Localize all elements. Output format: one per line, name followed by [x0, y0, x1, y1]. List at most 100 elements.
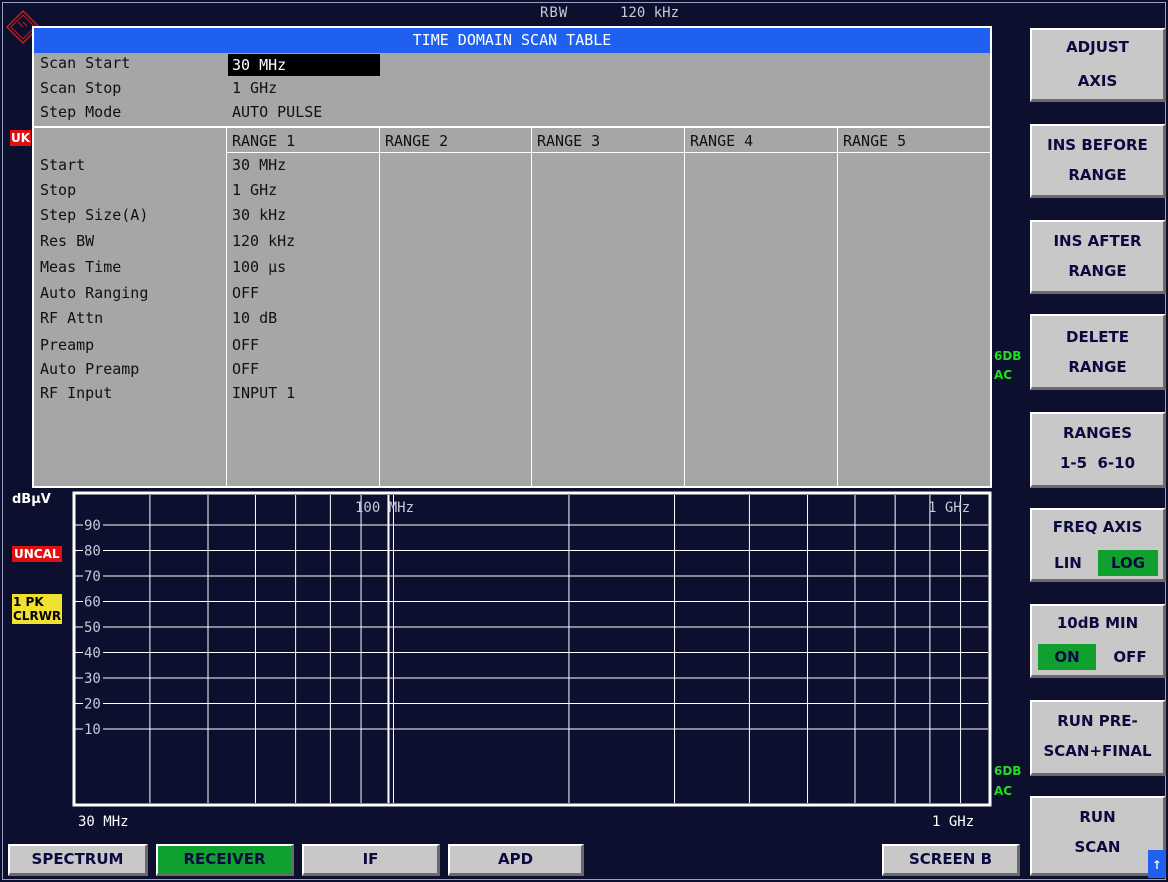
table-title: TIME DOMAIN SCAN TABLE: [34, 28, 990, 53]
receiver-graph: 90 80 70 60 50 40 30 20 10 100 MHz 1 GHz: [72, 491, 992, 807]
arrow-up-icon[interactable]: ↑: [1148, 850, 1166, 878]
range1-rf-input-value[interactable]: INPUT 1: [232, 384, 295, 402]
side-6db-label: 6DB: [994, 349, 1022, 363]
run-prescan-line1: RUN PRE-: [1057, 712, 1138, 730]
range1-rf-attn-value[interactable]: 10 dB: [232, 309, 277, 327]
run-prescan-final-button[interactable]: RUN PRE- SCAN+FINAL: [1030, 700, 1166, 776]
row-label-rf-input: RF Input: [40, 384, 113, 402]
ranges-line1: RANGES: [1062, 424, 1133, 442]
row-label-auto-ranging: Auto Ranging: [40, 284, 149, 302]
range-3-header[interactable]: RANGE 3: [537, 132, 600, 150]
freq-axis-log-option[interactable]: LOG: [1098, 550, 1158, 576]
range-4-header[interactable]: RANGE 4: [690, 132, 753, 150]
ranges-button[interactable]: RANGES 1-5 6-10: [1030, 412, 1166, 488]
10db-min-button[interactable]: 10dB MIN ON OFF: [1030, 604, 1166, 678]
y-tick-label: 20: [84, 697, 101, 713]
range-5-header[interactable]: RANGE 5: [843, 132, 906, 150]
range1-start-value[interactable]: 30 MHz: [232, 156, 286, 174]
range-2-header[interactable]: RANGE 2: [385, 132, 448, 150]
row-label-start: Start: [40, 156, 86, 174]
y-tick-label: 50: [84, 620, 101, 636]
column-divider: [837, 126, 838, 486]
run-prescan-line2: SCAN+FINAL: [1043, 742, 1152, 760]
rbw-value: 120 kHz: [620, 5, 680, 21]
uk-badge: UK: [10, 130, 32, 146]
column-divider: [684, 126, 685, 486]
row-label-preamp: Preamp: [40, 336, 95, 354]
x-start-label: 30 MHz: [78, 814, 129, 830]
freq-axis-lin-option[interactable]: LIN: [1040, 550, 1096, 576]
run-scan-line2: SCAN: [1074, 838, 1121, 856]
y-tick-label: 80: [84, 544, 101, 560]
adjust-axis-line2: AXIS: [1077, 72, 1118, 90]
scan-start-label: Scan Start: [40, 54, 131, 72]
10db-min-off-option[interactable]: OFF: [1102, 644, 1158, 670]
run-scan-line1: RUN: [1079, 808, 1116, 826]
step-mode-field[interactable]: AUTO PULSE: [232, 103, 322, 121]
column-divider: [379, 126, 380, 486]
y-tick-label: 30: [84, 671, 101, 687]
graph-frame: [72, 491, 992, 807]
scan-start-field[interactable]: 30 MHz: [228, 54, 380, 76]
y-tick-label: 40: [84, 646, 101, 662]
table-divider: [34, 126, 990, 128]
range1-meas-time-value[interactable]: 100 µs: [232, 258, 286, 276]
ranges-line2: 1-5 6-10: [1059, 454, 1136, 472]
y-tick-label: 10: [84, 722, 101, 738]
delete-range-line2: RANGE: [1068, 358, 1127, 376]
row-label-rf-attn: RF Attn: [40, 309, 104, 327]
x-marker-1ghz: 1 GHz: [928, 500, 970, 516]
adjust-axis-button[interactable]: ADJUST AXIS: [1030, 28, 1166, 102]
y-tick-label: 90: [84, 518, 101, 534]
side-6db-label: 6DB: [994, 764, 1022, 778]
run-scan-button[interactable]: RUN SCAN: [1030, 796, 1166, 876]
ins-after-line1: INS AFTER: [1053, 232, 1142, 250]
freq-axis-title: FREQ AXIS: [1052, 518, 1143, 536]
range1-preamp-value[interactable]: OFF: [232, 336, 259, 354]
ins-after-range-button[interactable]: INS AFTER RANGE: [1030, 220, 1166, 294]
10db-min-on-option[interactable]: ON: [1038, 644, 1096, 670]
range1-auto-ranging-value[interactable]: OFF: [232, 284, 259, 302]
y-tick-label: 70: [84, 569, 101, 585]
10db-min-title: 10dB MIN: [1056, 614, 1139, 632]
rbw-label: RBW: [540, 5, 569, 21]
adjust-axis-line1: ADJUST: [1066, 38, 1129, 56]
ins-before-line1: INS BEFORE: [1047, 136, 1148, 154]
row-label-stop: Stop: [40, 181, 77, 199]
hotkey-if[interactable]: IF: [302, 844, 440, 876]
row-label-auto-preamp: Auto Preamp: [40, 360, 140, 378]
hotkey-spectrum[interactable]: SPECTRUM: [8, 844, 148, 876]
scan-stop-field[interactable]: 1 GHz: [232, 79, 277, 97]
vertical-grid: [149, 495, 962, 803]
delete-range-button[interactable]: DELETE RANGE: [1030, 314, 1166, 390]
time-domain-scan-table: TIME DOMAIN SCAN TABLE Scan Start 30 MHz…: [32, 26, 992, 488]
range-1-header[interactable]: RANGE 1: [232, 132, 295, 150]
range1-step-size-value[interactable]: 30 kHz: [232, 206, 286, 224]
side-ac-label: AC: [994, 368, 1013, 382]
row-label-res-bw: Res BW: [40, 232, 95, 250]
y-tick-labels: 90 80 70 60 50 40 30 20 10: [83, 517, 103, 738]
column-divider: [226, 126, 227, 486]
x-stop-label: 1 GHz: [932, 814, 975, 830]
column-divider: [531, 126, 532, 486]
range1-auto-preamp-value[interactable]: OFF: [232, 360, 259, 378]
hotkey-receiver[interactable]: RECEIVER: [156, 844, 294, 876]
row-label-step-size: Step Size(A): [40, 206, 149, 224]
y-tick-label: 60: [84, 595, 101, 611]
delete-range-line1: DELETE: [1066, 328, 1129, 346]
x-marker-100mhz: 100 MHz: [355, 500, 414, 516]
ins-before-range-button[interactable]: INS BEFORE RANGE: [1030, 124, 1166, 198]
side-ac-label: AC: [994, 784, 1013, 798]
ins-after-line2: RANGE: [1068, 262, 1127, 280]
range1-res-bw-value[interactable]: 120 kHz: [232, 232, 295, 250]
hotkey-screen-b[interactable]: SCREEN B: [882, 844, 1020, 876]
step-mode-label: Step Mode: [40, 103, 122, 121]
hotkey-apd[interactable]: APD: [448, 844, 584, 876]
horizontal-grid: [75, 524, 988, 730]
row-label-meas-time: Meas Time: [40, 258, 122, 276]
range1-stop-value[interactable]: 1 GHz: [232, 181, 277, 199]
freq-axis-button[interactable]: FREQ AXIS LIN LOG: [1030, 508, 1166, 582]
header-row-divider: [226, 152, 990, 153]
ins-before-line2: RANGE: [1068, 166, 1127, 184]
scan-stop-label: Scan Stop: [40, 79, 122, 97]
